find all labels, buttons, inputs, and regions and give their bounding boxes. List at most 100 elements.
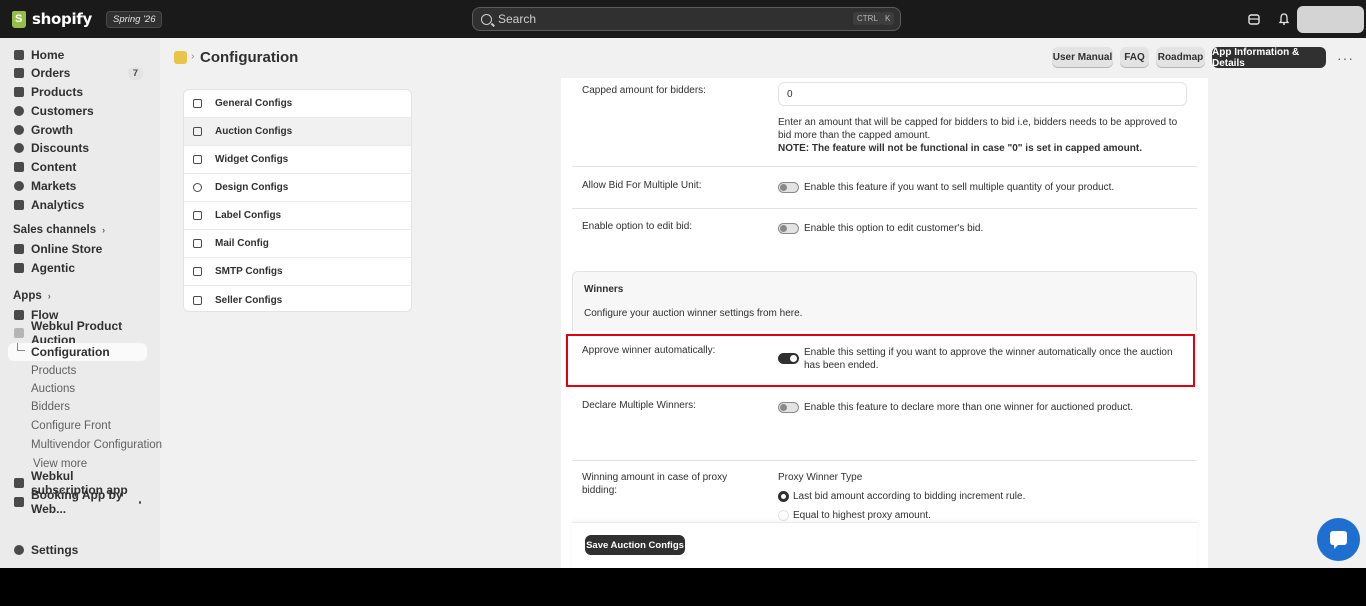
config-general-label: General Configs (215, 98, 293, 109)
multiple-winners-label: Declare Multiple Winners: (582, 400, 696, 411)
approve-winner-description: Enable this setting if you want to appro… (804, 347, 1173, 371)
proxy-option-last-bid-radio[interactable] (778, 491, 789, 502)
capped-amount-note: NOTE: The feature will not be functional… (778, 143, 1142, 154)
nav-markets[interactable]: Markets (8, 177, 147, 195)
nav-online-store[interactable]: Online Store (8, 240, 147, 258)
edit-bid-toggle[interactable] (778, 223, 799, 234)
app-window: shopify Spring '26 Search CTRL K Home Or… (0, 0, 1366, 568)
top-bar: shopify Spring '26 Search CTRL K (0, 0, 1366, 38)
config-design-label: Design Configs (215, 182, 289, 193)
home-icon (14, 50, 24, 60)
nav-orders[interactable]: Orders 7 (8, 64, 147, 82)
nav-growth[interactable]: Growth (8, 121, 147, 139)
roadmap-button[interactable]: Roadmap (1156, 47, 1205, 68)
widget-icon (193, 155, 202, 164)
user-manual-button[interactable]: User Manual (1052, 47, 1113, 68)
nav-content[interactable]: Content (8, 158, 147, 176)
store-status-icon[interactable] (1247, 12, 1261, 26)
search-input[interactable]: Search CTRL K (472, 7, 901, 31)
nav-settings[interactable]: Settings (8, 541, 147, 559)
config-auction-label: Auction Configs (215, 126, 293, 137)
chat-bubble-icon (1330, 531, 1347, 549)
winners-section (572, 271, 1197, 331)
multiple-unit-toggle[interactable] (778, 182, 799, 193)
config-label[interactable]: Label Configs (184, 202, 411, 230)
proxy-winner-type-title: Proxy Winner Type (778, 472, 863, 483)
sales-channels-label: Sales channels (13, 224, 97, 236)
save-auction-configs-button[interactable]: Save Auction Configs (585, 535, 685, 555)
config-auction[interactable]: Auction Configs (184, 118, 411, 146)
config-widget-label: Widget Configs (215, 154, 289, 165)
config-seller[interactable]: Seller Configs (184, 286, 411, 311)
multiple-unit-label: Allow Bid For Multiple Unit: (582, 180, 702, 191)
nav-customers[interactable]: Customers (8, 102, 147, 120)
proxy-option-highest-radio[interactable] (778, 510, 789, 521)
orders-icon (14, 68, 24, 78)
shortcut-key: K (881, 12, 895, 25)
multiple-unit-description: Enable this feature if you want to sell … (804, 182, 1115, 193)
auction-app-icon (14, 328, 24, 338)
nav-discounts[interactable]: Discounts (8, 139, 147, 157)
edit-bid-description: Enable this option to edit customer's bi… (804, 223, 984, 234)
faq-button[interactable]: FAQ (1120, 47, 1149, 68)
mail-icon (193, 239, 202, 248)
edition-badge: Spring '26 (106, 10, 163, 28)
nav-sub-multivendor[interactable]: Multivendor Configuration (31, 437, 162, 453)
store-account-button[interactable] (1297, 6, 1364, 33)
tag-icon (14, 87, 24, 97)
config-widget[interactable]: Widget Configs (184, 146, 411, 174)
approve-winner-label: Approve winner automatically: (582, 345, 716, 356)
nav-sub-configure-front[interactable]: Configure Front (31, 418, 111, 434)
config-general[interactable]: General Configs (184, 90, 411, 118)
winners-subtitle: Configure your auction winner settings f… (584, 308, 803, 319)
search-placeholder: Search (498, 12, 537, 26)
person-icon (14, 106, 24, 116)
proxy-winning-label: Winning amount in case of proxy bidding: (582, 472, 728, 496)
breadcrumb-chevron-icon: › (191, 51, 195, 62)
multiple-winners-description: Enable this feature to declare more than… (804, 402, 1134, 413)
nav-webkul-product-auction[interactable]: Webkul Product Auction (8, 319, 147, 347)
config-mail-label: Mail Config (215, 238, 269, 249)
capped-amount-description: Enter an amount that will be capped for … (778, 117, 1178, 141)
nav-sub-products[interactable]: Products (31, 363, 76, 379)
search-icon (481, 13, 492, 25)
shopify-logo[interactable]: shopify Spring '26 (12, 10, 163, 28)
nav-agentic[interactable]: Agentic (8, 259, 147, 277)
more-actions-icon[interactable]: ··· (1337, 50, 1354, 66)
nav-sub-auctions[interactable]: Auctions (31, 381, 75, 397)
nav-sub-bidders[interactable]: Bidders (31, 399, 70, 415)
nav-products[interactable]: Products (8, 83, 147, 101)
edit-bid-label: Enable option to edit bid: (582, 221, 693, 232)
capped-amount-input[interactable]: 0 (778, 82, 1187, 106)
sales-channels-header[interactable]: Sales channels › (13, 224, 105, 236)
notifications-bell-icon[interactable] (1277, 12, 1291, 26)
config-mail[interactable]: Mail Config (184, 230, 411, 258)
divider (572, 460, 1197, 461)
store-icon (14, 244, 24, 254)
config-label-label: Label Configs (215, 210, 282, 221)
page-title: Configuration (200, 49, 299, 66)
apps-label: Apps (13, 290, 42, 302)
growth-icon (14, 125, 24, 135)
config-design[interactable]: Design Configs (184, 174, 411, 202)
chat-button[interactable] (1317, 518, 1360, 561)
chevron-right-icon: › (47, 291, 51, 301)
apps-header[interactable]: Apps › (13, 290, 51, 302)
discount-icon (14, 143, 24, 153)
config-smtp[interactable]: SMTP Configs (184, 258, 411, 286)
nav-booking-app[interactable]: Booking App by Web... (8, 488, 147, 516)
nav-home-label: Home (31, 48, 65, 62)
approve-winner-toggle[interactable] (778, 353, 799, 364)
multiple-winners-toggle[interactable] (778, 402, 799, 413)
content-icon (14, 162, 24, 172)
app-information-button[interactable]: App Information & Details (1212, 47, 1326, 69)
nav-analytics[interactable]: Analytics (8, 196, 147, 214)
nav-configuration[interactable]: Configuration (8, 343, 147, 361)
config-smtp-label: SMTP Configs (215, 266, 283, 277)
globe-icon (14, 181, 24, 191)
nav-content-label: Content (31, 160, 77, 174)
nav-home[interactable]: Home (8, 46, 147, 64)
nav-growth-label: Growth (31, 123, 73, 137)
gear-icon (14, 545, 24, 555)
app-icon (174, 51, 187, 64)
